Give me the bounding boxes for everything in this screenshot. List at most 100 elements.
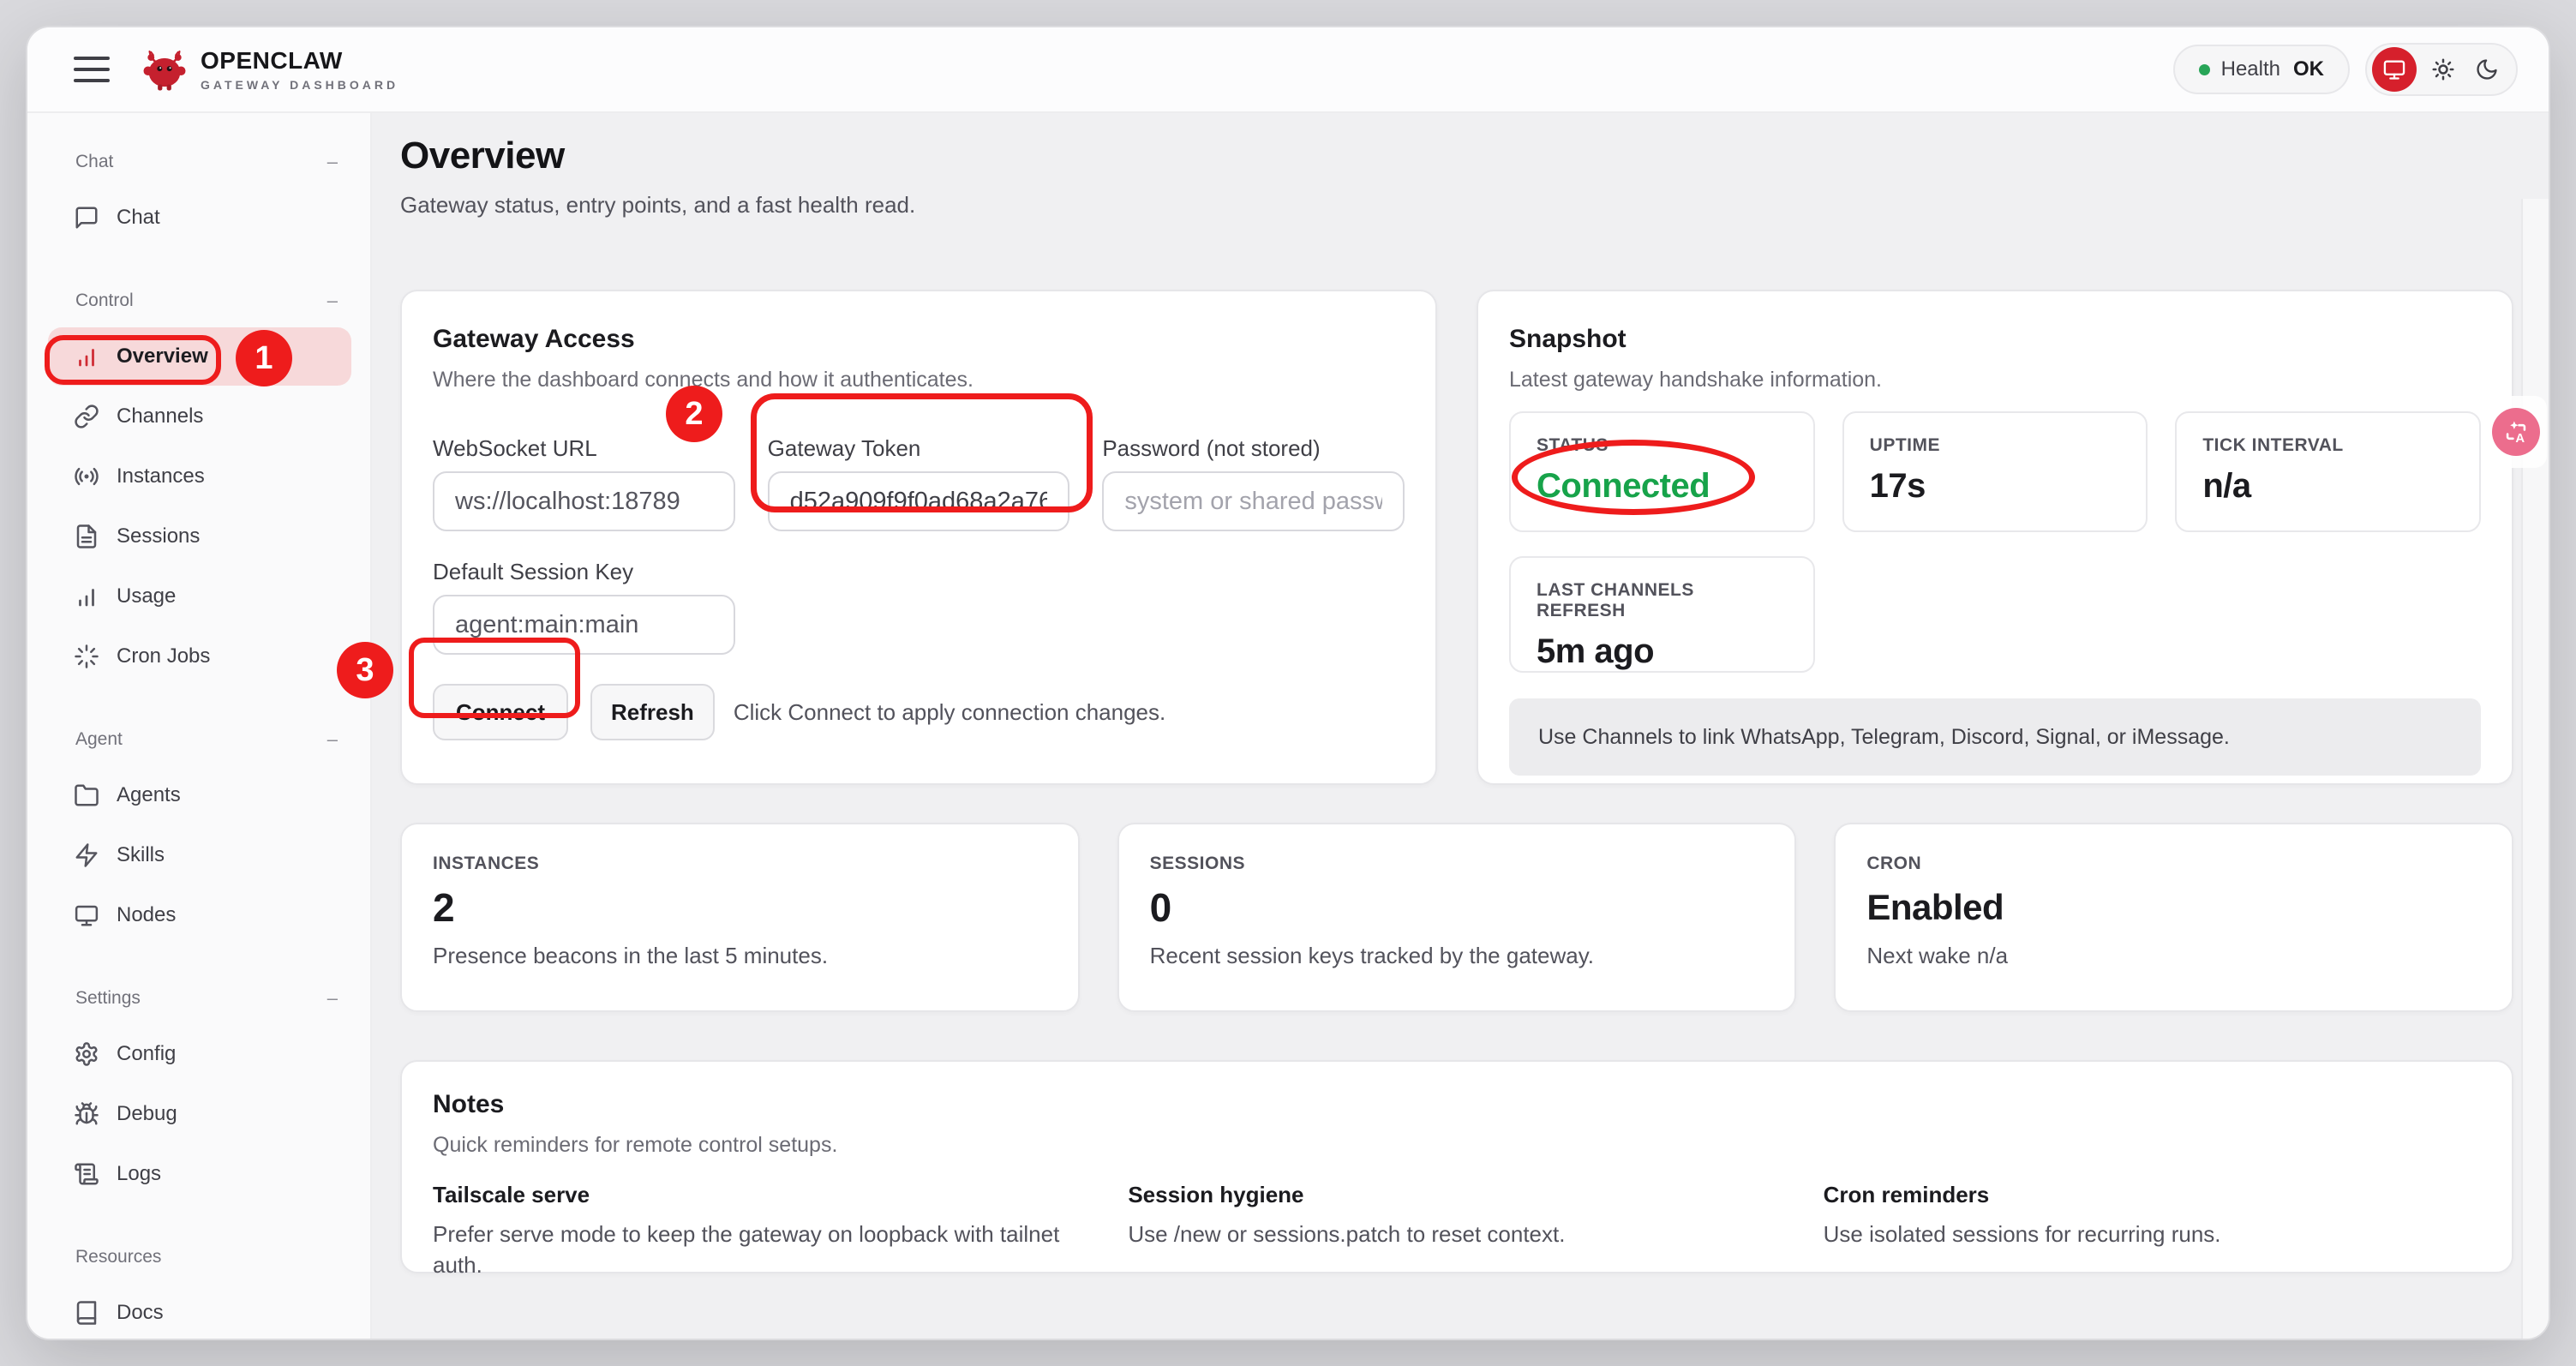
sidebar-item-nodes[interactable]: Nodes xyxy=(48,886,351,944)
snapshot-card: Snapshot Latest gateway handshake inform… xyxy=(1477,290,2513,785)
note-column-session-hygiene: Session hygiene Use /new or sessions.pat… xyxy=(1128,1182,1785,1280)
gear-icon xyxy=(74,1041,99,1067)
last-channels-refresh-card: LAST CHANNELS REFRESH 5m ago xyxy=(1509,556,1815,673)
sidebar-item-label: Docs xyxy=(117,1301,164,1325)
scrollbar-track[interactable] xyxy=(2521,199,2549,1340)
openclaw-logo-icon xyxy=(141,45,189,94)
sidebar-item-instances[interactable]: Instances xyxy=(48,447,351,506)
notes-grid: Tailscale serve Prefer serve mode to kee… xyxy=(433,1182,2481,1280)
connect-actions-row: Connect Refresh Click Connect to apply c… xyxy=(433,684,1405,740)
note-title: Session hygiene xyxy=(1128,1182,1785,1208)
sidebar-item-sessions[interactable]: Sessions xyxy=(48,507,351,566)
dark-theme-button[interactable] xyxy=(2470,57,2504,81)
moon-icon xyxy=(2475,57,2499,81)
section-label: Settings xyxy=(75,988,141,1009)
top-bar: OPENCLAW GATEWAY DASHBOARD Health OK xyxy=(27,27,2549,113)
stat-description: Presence beacons in the last 5 minutes. xyxy=(433,943,1047,969)
note-column-tailscale: Tailscale serve Prefer serve mode to kee… xyxy=(433,1182,1090,1280)
note-body: Use /new or sessions.patch to reset cont… xyxy=(1128,1219,1785,1249)
page-title: Overview xyxy=(400,135,2513,177)
sidebar-item-label: Skills xyxy=(117,843,165,867)
field-label: Gateway Token xyxy=(768,437,1070,459)
translate-button[interactable]: A xyxy=(2492,408,2540,456)
cron-value: Enabled xyxy=(1866,886,2481,929)
connect-button[interactable]: Connect xyxy=(433,684,568,740)
sidebar-item-docs[interactable]: Docs xyxy=(48,1284,351,1340)
sidebar-item-skills[interactable]: Skills xyxy=(48,826,351,884)
sidebar-section-header[interactable]: Chat – xyxy=(75,151,338,173)
health-dot-icon xyxy=(2199,64,2210,75)
status-value: Connected xyxy=(1537,466,1788,506)
sidebar-item-overview[interactable]: Overview xyxy=(48,327,351,386)
field-label: WebSocket URL xyxy=(433,437,735,459)
connect-helper-text: Click Connect to apply connection change… xyxy=(734,699,1165,726)
stat-label: UPTIME xyxy=(1870,435,2121,456)
collapse-dash-icon[interactable]: – xyxy=(327,987,338,1010)
tick-interval-value: n/a xyxy=(2202,466,2453,506)
file-text-icon xyxy=(74,524,99,549)
bar-chart-icon xyxy=(74,344,99,369)
card-title: Snapshot xyxy=(1509,324,2481,355)
note-body: Use isolated sessions for recurring runs… xyxy=(1824,1219,2481,1249)
sidebar-section-header[interactable]: Control – xyxy=(75,290,338,312)
sidebar-item-label: Usage xyxy=(117,584,176,608)
instances-value: 2 xyxy=(433,886,1047,929)
notes-card: Notes Quick reminders for remote control… xyxy=(400,1060,2513,1273)
sidebar-item-usage[interactable]: Usage xyxy=(48,567,351,626)
sidebar-item-label: Chat xyxy=(117,206,160,230)
uptime-stat-card: UPTIME 17s xyxy=(1842,411,2148,532)
menu-icon[interactable] xyxy=(74,57,110,82)
light-theme-button[interactable] xyxy=(2425,57,2461,82)
sidebar-section-settings: Settings – Config Debug xyxy=(48,987,351,1203)
card-subtitle: Where the dashboard connects and how it … xyxy=(433,367,1405,392)
sessions-value: 0 xyxy=(1150,886,1764,929)
collapse-dash-icon[interactable]: – xyxy=(327,728,338,751)
sidebar-section-agent: Agent – Agents Skills xyxy=(48,728,351,944)
gateway-token-field: Gateway Token xyxy=(768,437,1070,531)
session-key-field: Default Session Key xyxy=(433,560,735,655)
sidebar-section-header[interactable]: Agent – xyxy=(75,728,338,751)
health-status-pill: Health OK xyxy=(2173,45,2350,94)
brand-title: OPENCLAW xyxy=(201,48,398,74)
stat-label: STATUS xyxy=(1537,435,1788,456)
book-icon xyxy=(74,1300,99,1326)
uptime-value: 17s xyxy=(1870,466,2121,506)
sidebar-item-agents[interactable]: Agents xyxy=(48,766,351,824)
radio-icon xyxy=(74,464,99,489)
sidebar-item-channels[interactable]: Channels xyxy=(48,387,351,446)
translate-icon: A xyxy=(2501,417,2531,446)
section-label: Resources xyxy=(75,1247,161,1267)
brand-block: OPENCLAW GATEWAY DASHBOARD xyxy=(201,48,398,92)
sidebar-item-label: Cron Jobs xyxy=(117,644,210,668)
password-field: Password (not stored) xyxy=(1102,437,1405,531)
sidebar-item-config[interactable]: Config xyxy=(48,1025,351,1083)
section-label: Control xyxy=(75,291,134,311)
collapse-dash-icon[interactable]: – xyxy=(327,290,338,312)
sidebar-item-debug[interactable]: Debug xyxy=(48,1085,351,1143)
status-stat-card: STATUS Connected xyxy=(1509,411,1815,532)
sidebar-section-resources: Resources Docs xyxy=(48,1246,351,1340)
sidebar-section-header[interactable]: Resources xyxy=(75,1246,338,1268)
sidebar-item-cron-jobs[interactable]: Cron Jobs xyxy=(48,627,351,686)
theme-controls-pill xyxy=(2365,43,2518,96)
loader-icon xyxy=(74,644,99,669)
sidebar-item-logs[interactable]: Logs xyxy=(48,1145,351,1203)
session-key-input[interactable] xyxy=(433,595,735,655)
password-input[interactable] xyxy=(1102,471,1405,531)
card-subtitle: Quick reminders for remote control setup… xyxy=(433,1132,2481,1158)
bar-chart-icon xyxy=(74,584,99,609)
sidebar-item-chat[interactable]: Chat xyxy=(48,189,351,247)
last-refresh-value: 5m ago xyxy=(1537,632,1788,671)
tick-interval-stat-card: TICK INTERVAL n/a xyxy=(2175,411,2481,532)
sidebar-section-header[interactable]: Settings – xyxy=(75,987,338,1010)
websocket-url-input[interactable] xyxy=(433,471,735,531)
brand-subtitle: GATEWAY DASHBOARD xyxy=(201,78,398,92)
collapse-dash-icon[interactable]: – xyxy=(327,151,338,173)
refresh-button[interactable]: Refresh xyxy=(590,684,715,740)
screenshot-canvas: OPENCLAW GATEWAY DASHBOARD Health OK xyxy=(0,0,2576,1366)
note-title: Tailscale serve xyxy=(433,1182,1090,1208)
snapshot-stats-grid: STATUS Connected UPTIME 17s TICK INTERVA… xyxy=(1509,411,2481,532)
screen-share-button[interactable] xyxy=(2372,47,2417,92)
stat-label: SESSIONS xyxy=(1150,854,1764,874)
gateway-token-input[interactable] xyxy=(768,471,1070,531)
